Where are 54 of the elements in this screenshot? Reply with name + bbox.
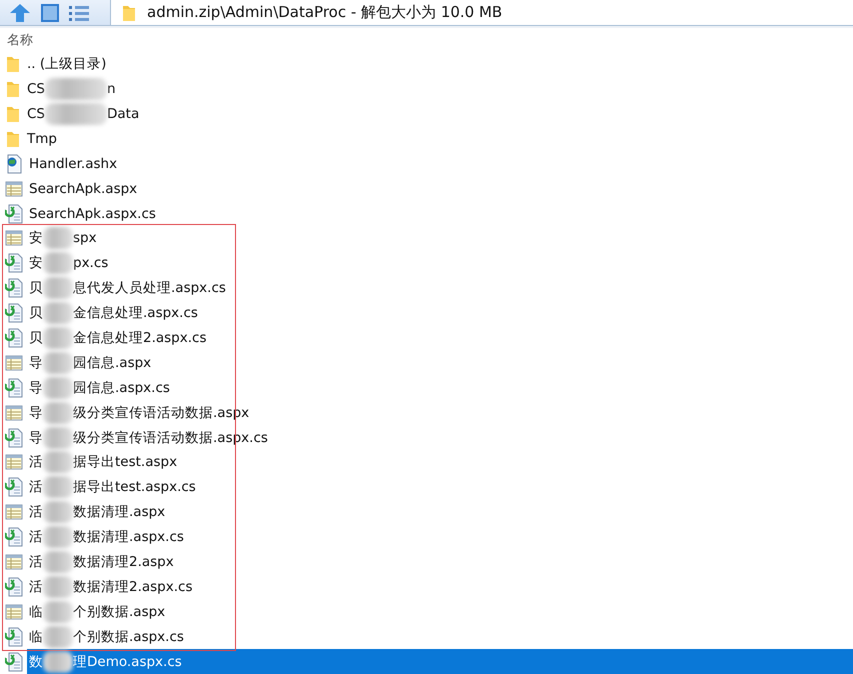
code-file-icon <box>5 378 23 398</box>
file-name[interactable]: Tmp <box>25 126 853 152</box>
code-file-icon <box>5 527 23 548</box>
code-file-icon <box>5 428 23 448</box>
file-name[interactable]: CS n <box>25 76 853 102</box>
code-file-icon <box>5 328 23 348</box>
table-file-icon <box>5 503 23 522</box>
name-column-header[interactable]: 名称 <box>7 30 33 49</box>
table-file-icon <box>5 602 23 621</box>
file-name[interactable]: 贝 金信息处理2.aspx.cs <box>27 326 853 350</box>
file-name[interactable]: 导 园信息.aspx <box>27 350 853 376</box>
code-file-icon <box>5 477 23 498</box>
folder-icon <box>121 4 137 22</box>
file-name[interactable]: 活 据导出test.aspx <box>27 450 853 475</box>
folder-icon <box>5 130 21 148</box>
file-name[interactable]: SearchApk.aspx.cs <box>27 201 853 226</box>
file-name[interactable]: 活 数据清理.aspx <box>27 500 853 525</box>
table-file-icon <box>5 552 23 571</box>
folder-icon <box>5 104 21 123</box>
file-name[interactable]: 活 据导出test.aspx.cs <box>27 474 853 500</box>
folder-icon <box>5 80 21 98</box>
table-file-icon <box>5 180 23 198</box>
file-name[interactable]: 活 数据清理2.aspx <box>27 550 853 574</box>
table-file-icon <box>5 354 23 372</box>
file-name[interactable]: 临 个别数据.aspx.cs <box>27 624 853 650</box>
code-file-icon <box>5 278 23 298</box>
file-name[interactable]: Handler.ashx <box>27 151 853 176</box>
code-file-icon <box>5 626 23 647</box>
file-name[interactable]: 活 数据清理2.aspx.cs <box>27 574 853 600</box>
code-file-icon <box>5 652 23 672</box>
path-field[interactable]: admin.zip\Admin\DataProc - 解包大小为 10.0 MB <box>110 0 853 25</box>
file-name[interactable]: 安 spx <box>27 226 853 251</box>
file-name[interactable]: .. (上级目录) <box>25 52 853 77</box>
list-view-icon[interactable] <box>68 4 90 22</box>
folder-icon <box>5 55 21 74</box>
up-arrow-icon[interactable] <box>8 2 32 22</box>
file-name[interactable]: 数 理Demo.aspx.cs <box>27 649 853 674</box>
code-file-icon <box>5 204 23 224</box>
file-name[interactable]: 贝 息代发人员处理.aspx.cs <box>27 276 853 301</box>
code-file-icon <box>5 303 23 324</box>
file-name[interactable]: SearchApk.aspx <box>27 176 853 202</box>
file-name[interactable]: CS Data <box>25 102 853 126</box>
file-name[interactable]: 贝 金信息处理.aspx.cs <box>27 300 853 326</box>
table-file-icon <box>5 229 23 248</box>
file-name[interactable]: 安 px.cs <box>27 250 853 276</box>
file-name[interactable]: 临 个别数据.aspx <box>27 599 853 624</box>
table-file-icon <box>5 453 23 472</box>
globe-file-icon <box>5 154 23 174</box>
file-name[interactable]: 导 园信息.aspx.cs <box>27 375 853 400</box>
code-file-icon <box>5 576 23 597</box>
window-icon[interactable] <box>40 2 60 22</box>
table-file-icon <box>5 404 23 422</box>
file-name[interactable]: 活 数据清理.aspx.cs <box>27 524 853 550</box>
code-file-icon <box>5 253 23 274</box>
